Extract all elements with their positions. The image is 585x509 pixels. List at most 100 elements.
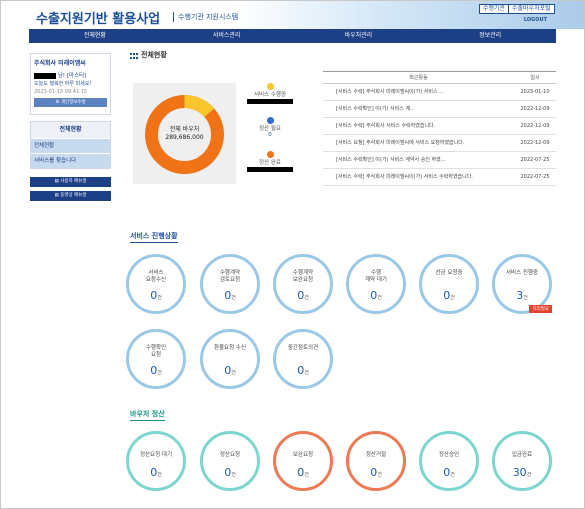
video-manual-button[interactable]: ▤ 동영상 매뉴얼	[30, 191, 111, 201]
status-circle-contract-review[interactable]: 수행계약 검토요청 0건	[200, 254, 260, 314]
gear-icon: ⚙	[55, 100, 60, 105]
status-label: 선금 요청중	[435, 270, 463, 276]
activity-date: 2022-07-25	[520, 157, 550, 163]
status-circle-request-received[interactable]: 서비스 요청수신 0건	[126, 254, 186, 314]
edit-profile-label: 개인정보수정	[60, 100, 86, 105]
app-title[interactable]: 수출지원기반 활용사업	[36, 8, 160, 27]
activity-text[interactable]: [서비스 요청] 주식회사 미래이엠씨에 서비스 요청하였습니다.	[323, 135, 514, 151]
legend-dot	[266, 151, 274, 158]
legend-dot	[266, 117, 274, 124]
status-label: 보완요청	[292, 452, 314, 458]
status-circle-interim-review[interactable]: 중간점토의견 0건	[273, 329, 333, 389]
nav-item-voucher[interactable]: 바우처관리	[293, 29, 425, 43]
donut-legend: 서비스 수행중 정산 필요 0 정산 완료	[245, 83, 295, 185]
action-required-badge: 처리필요	[529, 305, 552, 313]
activity-text[interactable]: [서비스 수락] 주식회사 서비스 수락하였습니다.	[323, 118, 514, 134]
main-nav: 전체현황 서비스관리 바우처관리 정보관리	[29, 29, 556, 43]
col-date: 일시	[530, 75, 540, 81]
user-role: 님! [마스터]	[57, 73, 87, 79]
status-count: 30건	[512, 466, 532, 479]
portal-button[interactable]: 수출바우처포털	[508, 4, 555, 14]
table-row[interactable]: [서비스 수락] 주식회사 미래이엠씨이(가) 서비스 ... 2023-01-…	[323, 84, 556, 101]
status-count: 0건	[370, 466, 382, 479]
redacted-value	[247, 167, 293, 172]
status-count: 0건	[443, 289, 455, 302]
page: 수출지원기반 활용사업 수행기관 지원시스템 수행기관 수출바우처포털 LOGO…	[0, 0, 585, 509]
redacted-name	[34, 72, 56, 79]
status-circle-completion-request[interactable]: 수행확인 요청 0건	[126, 329, 186, 389]
activity-text[interactable]: [서비스 수락] 주식회사 미래이엠씨이(가) 서비스 수락하였습니다.	[323, 169, 514, 185]
settlement-circle-paid[interactable]: 입금완료 30건	[492, 431, 552, 491]
service-section-title: 서비스 진행상황	[130, 231, 178, 243]
status-circle-contract-waiting[interactable]: 수행 계약 대기 0건	[346, 254, 406, 314]
activity-text[interactable]: [서비스 수락확인] 이(가) 서비스 계약서 승인 하였...	[323, 152, 514, 168]
user-manual-label: 사용자 매뉴얼	[60, 179, 87, 184]
settlement-circle-requested[interactable]: 정산요청 0건	[200, 431, 260, 491]
col-activity: 최근활동	[409, 75, 428, 81]
activity-header: 최근활동 일시	[323, 71, 556, 84]
table-row[interactable]: [서비스 수락확인] 이(가) 서비스 계... 2022-12-09	[323, 101, 556, 118]
edit-profile-button[interactable]: ⚙ 개인정보수정	[34, 98, 107, 107]
status-circle-refund-request[interactable]: 환불요청 수신 0건	[200, 329, 260, 389]
status-label: 수행 계약 대기	[365, 270, 387, 283]
side-item-overview[interactable]: 전체현황	[31, 138, 110, 153]
user-line: 님! [마스터]	[34, 71, 107, 79]
side-item-find-service[interactable]: 서비스를 찾습니다	[31, 153, 110, 168]
activity-date: 2022-12-09	[520, 106, 550, 112]
sidebar: 주식회사 미래이엠씨 님! [마스터] 오늘도 행복한 하루 되세요! 2023…	[30, 53, 111, 201]
status-count: 0건	[150, 364, 162, 377]
status-label: 정산승인	[438, 452, 460, 458]
login-time: 2023-01-13 09:41:15	[34, 89, 88, 95]
status-count: 0건	[297, 364, 309, 377]
user-info-box: 주식회사 미래이엠씨 님! [마스터] 오늘도 행복한 하루 되세요! 2023…	[30, 53, 111, 115]
status-circle-contract-supplement[interactable]: 수행계약 보완요청 0건	[273, 254, 333, 314]
table-row[interactable]: [서비스 수락확인] 이(가) 서비스 계약서 승인 하였... 2022-07…	[323, 152, 556, 169]
status-count: 0건	[150, 466, 162, 479]
status-label: 입금완료	[511, 452, 533, 458]
company-name: 주식회사 미래이엠씨	[34, 60, 86, 67]
nav-item-overview[interactable]: 전체현황	[29, 29, 161, 43]
settlement-circle-waiting[interactable]: 정산요청 대기 0건	[126, 431, 186, 491]
nav-item-info[interactable]: 정보관리	[424, 29, 556, 43]
status-count: 0건	[370, 289, 382, 302]
donut-total: 289,686,000	[165, 134, 204, 141]
activity-date: 2022-07-25	[520, 174, 550, 180]
donut-center: 전체 바우처 289,686,000	[133, 126, 236, 142]
agency-button[interactable]: 수행기관	[479, 4, 510, 14]
status-count: 0건	[150, 289, 162, 302]
table-row[interactable]: [서비스 요청] 주식회사 미래이엠씨에 서비스 요청하였습니다. 2022-1…	[323, 135, 556, 152]
book-icon: ▤	[54, 179, 59, 184]
status-label: 정산거절	[365, 452, 387, 458]
settlement-circle-supplement[interactable]: 보완요청 0건	[273, 431, 333, 491]
header: 수출지원기반 활용사업 수행기관 지원시스템 수행기관 수출바우처포털 LOGO…	[1, 1, 584, 29]
status-label: 서비스 요청수신	[145, 270, 167, 283]
status-circle-advance-request[interactable]: 선금 요청중 0건	[419, 254, 479, 314]
video-manual-label: 동영상 매뉴얼	[60, 193, 87, 198]
status-label: 환불요청 수신	[213, 345, 247, 351]
legend-label: 서비스 수행중	[253, 92, 287, 98]
logout-link[interactable]: LOGOUT	[524, 17, 547, 23]
redacted-value	[247, 99, 293, 104]
status-label: 수행확인 요청	[145, 345, 167, 358]
status-label: 중간점토의견	[287, 345, 319, 351]
table-row[interactable]: [서비스 수락] 주식회사 미래이엠씨이(가) 서비스 수락하였습니다. 202…	[323, 169, 556, 186]
status-count: 3건	[516, 289, 528, 302]
activity-text[interactable]: [서비스 수락확인] 이(가) 서비스 계...	[323, 101, 514, 117]
settlement-circle-approved[interactable]: 정산승인 0건	[419, 431, 479, 491]
status-circle-in-progress[interactable]: 서비스 진행중 3건 처리필요	[492, 254, 552, 314]
settlement-circle-rejected[interactable]: 정산거절 0건	[346, 431, 406, 491]
status-label: 정산요청 대기	[139, 452, 173, 458]
status-count: 0건	[443, 466, 455, 479]
status-count: 0건	[224, 289, 236, 302]
side-menu: 전체현황 전체현황 서비스를 찾습니다	[30, 121, 111, 169]
activity-text[interactable]: [서비스 수락] 주식회사 미래이엠씨이(가) 서비스 ...	[323, 84, 514, 100]
manuals: ▤ 사용자 매뉴얼 ▤ 동영상 매뉴얼	[30, 177, 111, 201]
table-row[interactable]: [서비스 수락] 주식회사 서비스 수락하였습니다. 2022-12-09	[323, 118, 556, 135]
status-label: 정산요청	[219, 452, 241, 458]
nav-item-service[interactable]: 서비스관리	[161, 29, 293, 43]
activity-date: 2022-12-09	[520, 140, 550, 146]
status-count: 0건	[224, 466, 236, 479]
user-manual-button[interactable]: ▤ 사용자 매뉴얼	[30, 177, 111, 187]
legend-value: 0	[268, 132, 272, 138]
legend-in-progress: 서비스 수행중	[245, 83, 295, 117]
